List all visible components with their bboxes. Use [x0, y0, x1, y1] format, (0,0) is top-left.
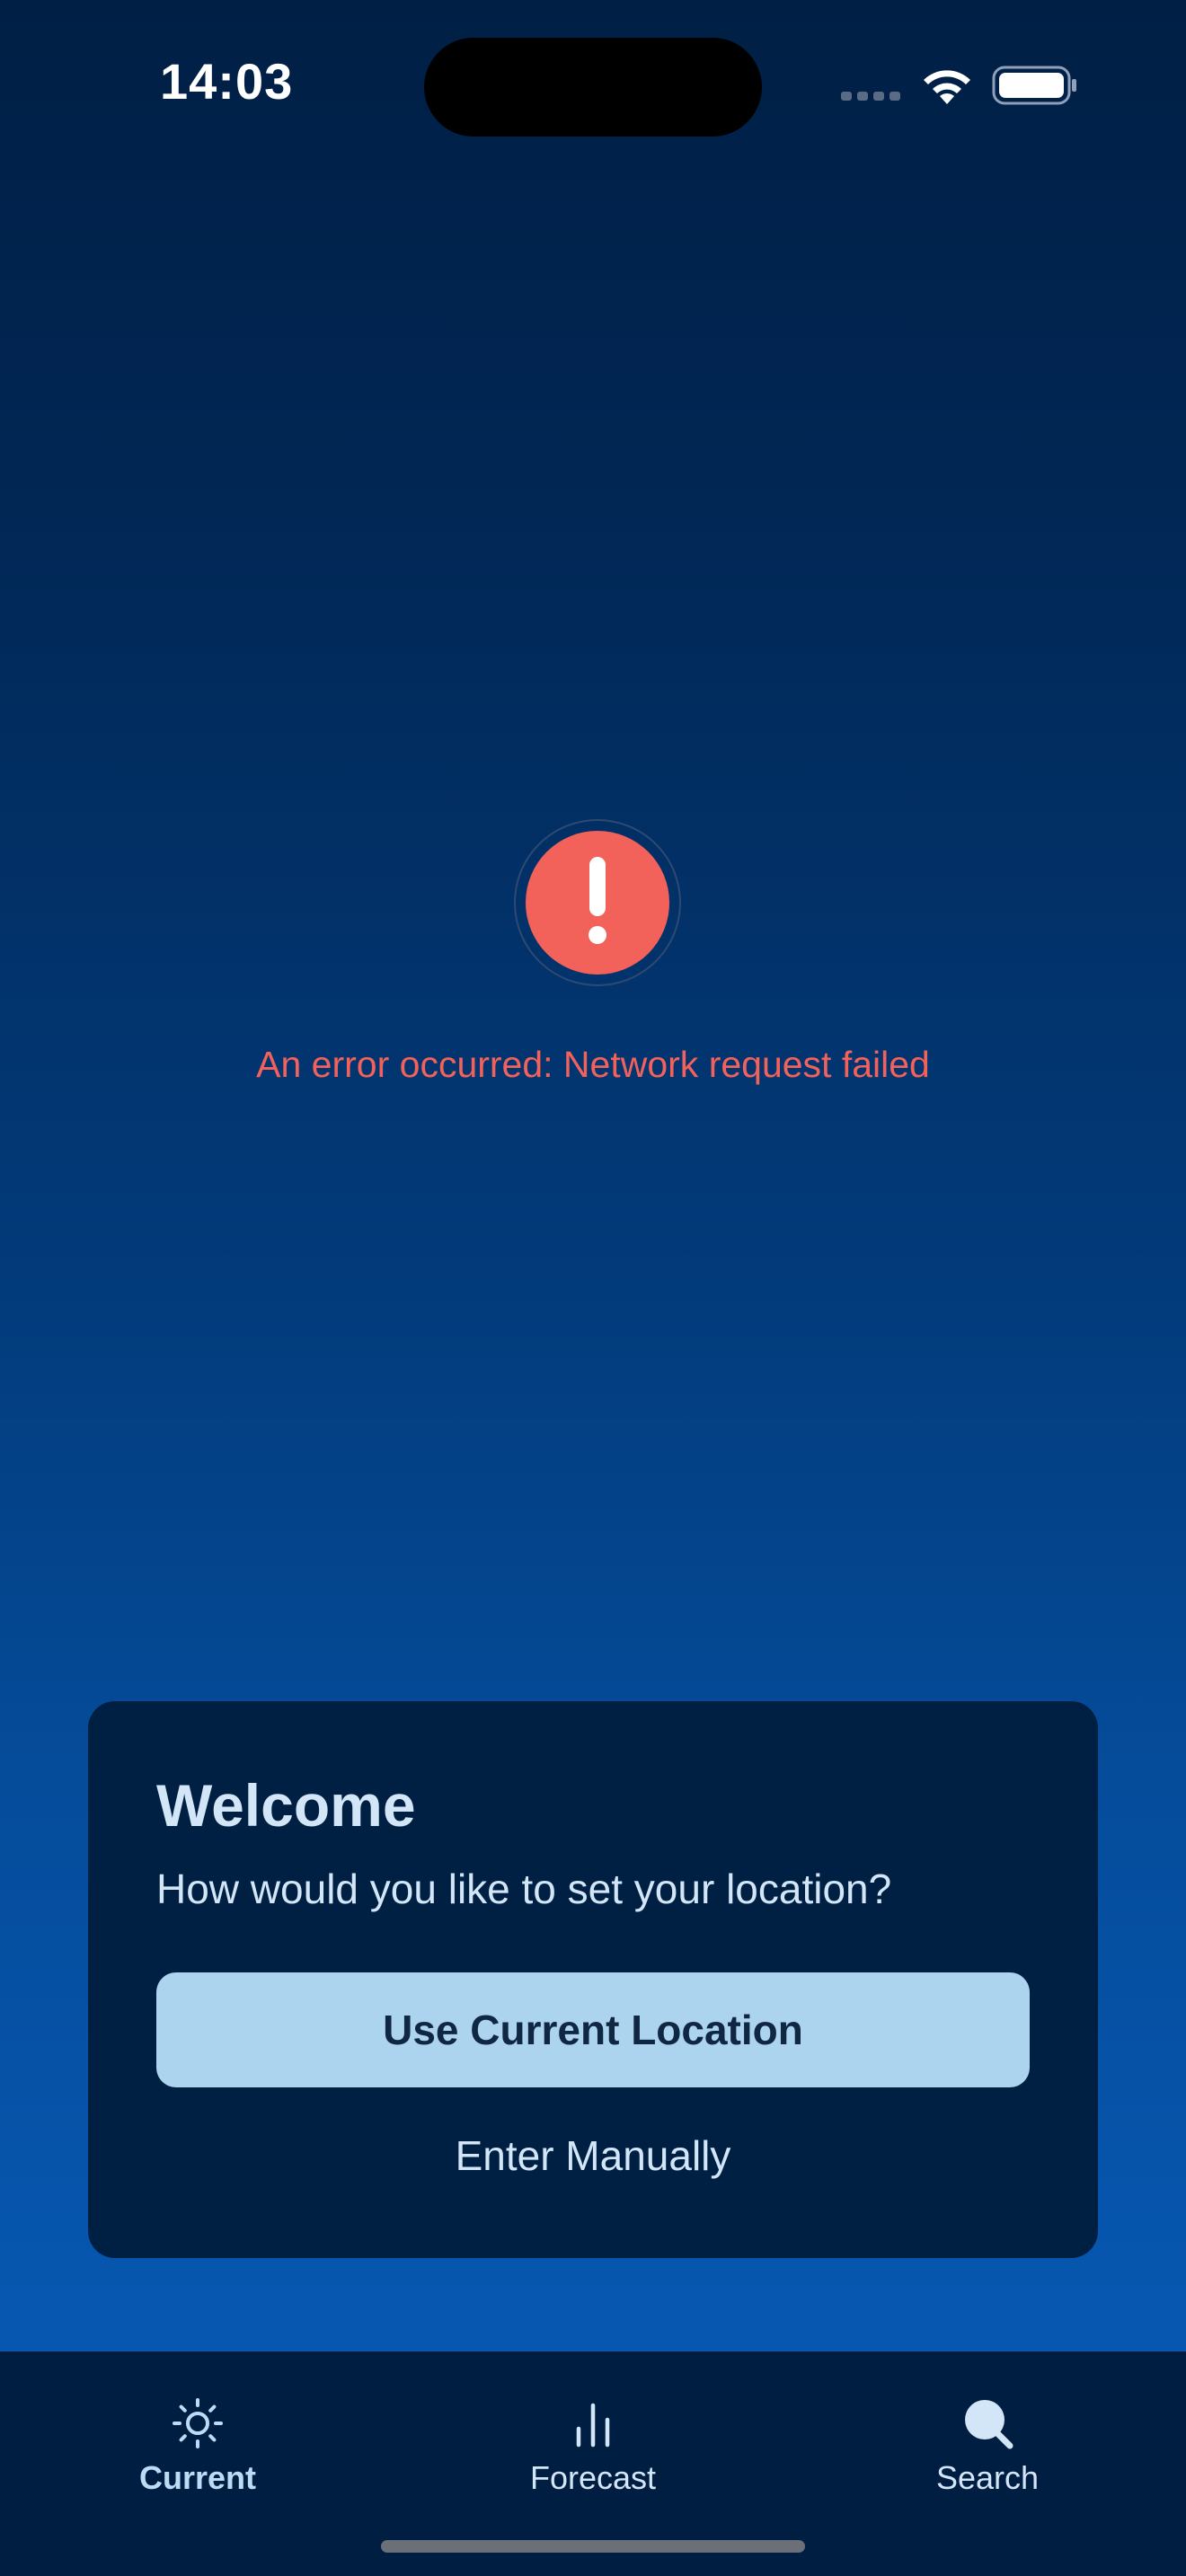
status-time: 14:03 [160, 53, 294, 110]
enter-manually-button[interactable]: Enter Manually [156, 2111, 1030, 2201]
dynamic-island [424, 38, 762, 137]
tab-search[interactable]: Search [853, 2369, 1122, 2504]
status-bar: 14:03 [0, 0, 1186, 171]
welcome-title: Welcome [156, 1772, 416, 1839]
tab-search-label: Search [935, 2459, 1040, 2496]
tab-forecast-label: Forecast [529, 2459, 657, 2496]
cellular-signal-icon [841, 92, 900, 101]
wifi-icon [924, 70, 970, 104]
tab-current-label: Current [138, 2459, 256, 2496]
tab-bar: Current Forecast Search [0, 2351, 1186, 2576]
search-icon [965, 2400, 1013, 2449]
tab-current[interactable]: Current [63, 2369, 332, 2504]
tab-forecast[interactable]: Forecast [458, 2369, 728, 2504]
use-current-location-button[interactable]: Use Current Location [156, 1972, 1030, 2087]
welcome-card: Welcome How would you like to set your l… [88, 1701, 1098, 2258]
welcome-subtitle: How would you like to set your location? [156, 1866, 892, 1912]
exclamation-circle-icon [514, 819, 681, 986]
error-message: An error occurred: Network request faile… [256, 1044, 930, 1085]
battery-icon [992, 66, 1076, 105]
sun-icon [173, 2398, 223, 2448]
bar-chart-icon [576, 2403, 610, 2448]
home-indicator[interactable] [381, 2540, 805, 2553]
